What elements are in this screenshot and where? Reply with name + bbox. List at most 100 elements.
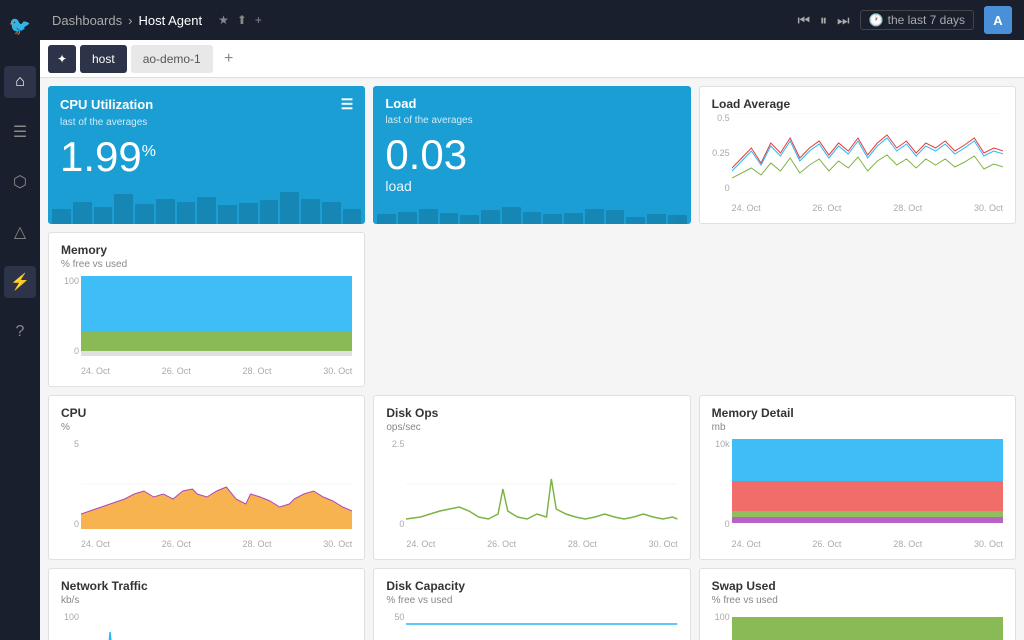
network-traffic-svg (81, 612, 352, 640)
disk-ops-title: Disk Ops (386, 406, 677, 420)
sidebar-item-list[interactable]: ☰ (4, 116, 36, 148)
cpu-utilization-card: CPU Utilization ☰ last of the averages 1… (48, 86, 365, 224)
disk-capacity-title: Disk Capacity (386, 579, 677, 593)
memory-card: Memory % free vs used 100 0 (48, 232, 365, 387)
memory-detail-card: Memory Detail mb 10k 0 (699, 395, 1016, 560)
load-average-yaxis: 0.5 0.25 0 (712, 113, 732, 193)
memory-yaxis: 100 0 (61, 276, 81, 356)
time-range-label: the last 7 days (888, 13, 965, 27)
swap-used-chart: 100 0 24. Oct 26. Oct 28. Oct (712, 612, 1003, 640)
pause-icon[interactable]: ⏸ (820, 12, 827, 29)
tabbar: ✦ host ao-demo-1 + (40, 40, 1024, 78)
memory-title: Memory (61, 243, 352, 257)
swap-used-title: Swap Used (712, 579, 1003, 593)
add-dashboard-icon[interactable]: + (255, 13, 262, 27)
disk-capacity-svg-container (406, 612, 677, 640)
dashboard-pin-icon: ✦ (48, 45, 76, 73)
disk-capacity-card: Disk Capacity % free vs used 50 0 (373, 568, 690, 640)
memory-detail-subtitle: mb (712, 422, 1003, 433)
cpu-xaxis: 24. Oct 26. Oct 28. Oct 30. Oct (81, 539, 352, 549)
dashboard-grid: CPU Utilization ☰ last of the averages 1… (40, 78, 1024, 640)
breadcrumb-sep: › (128, 13, 132, 28)
swap-used-svg (732, 612, 1003, 640)
load-average-title: Load Average (712, 97, 1003, 111)
share-icon[interactable]: ⬆ (237, 13, 247, 27)
network-traffic-title: Network Traffic (61, 579, 352, 593)
disk-ops-xaxis: 24. Oct 26. Oct 28. Oct 30. Oct (406, 539, 677, 549)
memory-xaxis: 24. Oct 26. Oct 28. Oct 30. Oct (81, 366, 352, 376)
load-average-svg-container (732, 113, 1003, 193)
breadcrumb-parent[interactable]: Dashboards (52, 13, 122, 28)
topnav-actions: ⏮ ⏸ ⏭ 🕐 the last 7 days A (797, 6, 1012, 34)
breadcrumb: Dashboards › Host Agent (52, 13, 202, 28)
memory-detail-svg-container (732, 439, 1003, 529)
sidebar-item-pulse[interactable]: ⚡ (4, 266, 36, 298)
swap-used-card: Swap Used % free vs used 100 0 (699, 568, 1016, 640)
disk-ops-subtitle: ops/sec (386, 422, 677, 433)
load-card: Load last of the averages 0.03 load (373, 86, 690, 224)
cpu-utilization-subtitle: last of the averages (60, 117, 353, 128)
disk-ops-chart: 2.5 0 24. Oct 26. Oct (386, 439, 677, 549)
time-range-selector[interactable]: 🕐 the last 7 days (860, 10, 974, 30)
network-traffic-yaxis: 100 0 (61, 612, 81, 640)
memory-detail-yaxis: 10k 0 (712, 439, 732, 529)
network-traffic-card: Network Traffic kb/s 100 0 (48, 568, 365, 640)
favorite-icon[interactable]: ★ (218, 13, 229, 27)
disk-capacity-subtitle: % free vs used (386, 595, 677, 606)
sidebar-item-alert[interactable]: △ (4, 216, 36, 248)
cpu-card: CPU % 5 0 (48, 395, 365, 560)
sidebar: 🐦 ⌂ ☰ ⬡ △ ⚡ ? (0, 0, 40, 640)
add-tab-button[interactable]: + (217, 47, 241, 71)
clock-icon: 🕐 (869, 13, 884, 27)
rewind-icon[interactable]: ⏮ (797, 12, 810, 29)
memory-svg (81, 276, 352, 356)
network-traffic-subtitle: kb/s (61, 595, 352, 606)
memory-detail-svg (732, 439, 1003, 529)
cpu-svg (81, 439, 352, 529)
disk-ops-svg-container (406, 439, 677, 529)
load-title: Load (385, 96, 678, 111)
disk-ops-svg (406, 439, 677, 529)
disk-capacity-yaxis: 50 0 (386, 612, 406, 640)
load-value: 0.03 (385, 134, 678, 176)
forward-icon[interactable]: ⏭ (837, 12, 850, 29)
load-bars (373, 174, 690, 224)
user-avatar[interactable]: A (984, 6, 1012, 34)
swap-used-yaxis: 100 0 (712, 612, 732, 640)
network-traffic-chart: 100 0 (61, 612, 352, 640)
memory-detail-title: Memory Detail (712, 406, 1003, 420)
sidebar-item-network[interactable]: ⬡ (4, 166, 36, 198)
card-menu-icon[interactable]: ☰ (341, 96, 354, 113)
disk-capacity-svg (406, 612, 677, 640)
memory-subtitle: % free vs used (61, 259, 352, 270)
cpu-chart: 5 0 (61, 439, 352, 549)
app-logo[interactable]: 🐦 (4, 10, 36, 42)
cpu-utilization-bars (48, 174, 365, 224)
dashboard-row-1: CPU Utilization ☰ last of the averages 1… (48, 86, 1016, 387)
cpu-yaxis: 5 0 (61, 439, 81, 529)
main-content: Dashboards › Host Agent ★ ⬆ + ⏮ ⏸ ⏭ 🕐 th… (40, 0, 1024, 640)
sidebar-item-home[interactable]: ⌂ (4, 66, 36, 98)
cpu-subtitle: % (61, 422, 352, 433)
load-average-card: Load Average 0.5 0.25 0 (699, 86, 1016, 224)
disk-ops-card: Disk Ops ops/sec 2.5 0 (373, 395, 690, 560)
load-average-chart: 0.5 0.25 0 (712, 113, 1003, 213)
cpu-utilization-title: CPU Utilization ☰ (60, 96, 353, 113)
swap-used-subtitle: % free vs used (712, 595, 1003, 606)
disk-ops-yaxis: 2.5 0 (386, 439, 406, 529)
topnav: Dashboards › Host Agent ★ ⬆ + ⏮ ⏸ ⏭ 🕐 th… (40, 0, 1024, 40)
swap-used-svg-container (732, 612, 1003, 640)
memory-chart: 100 0 (61, 276, 352, 376)
dashboard-row-3: Network Traffic kb/s 100 0 (48, 568, 1016, 640)
load-average-xaxis: 24. Oct 26. Oct 28. Oct 30. Oct (732, 203, 1003, 213)
memory-detail-xaxis: 24. Oct 26. Oct 28. Oct 30. Oct (732, 539, 1003, 549)
load-subtitle: last of the averages (385, 115, 678, 126)
dashboard-row-2: CPU % 5 0 (48, 395, 1016, 560)
cpu-svg-container (81, 439, 352, 529)
sidebar-item-help[interactable]: ? (4, 316, 36, 348)
load-average-svg (732, 113, 1003, 193)
tab-host[interactable]: host (80, 45, 127, 73)
memory-svg-container (81, 276, 352, 356)
tab-ao-demo[interactable]: ao-demo-1 (131, 45, 213, 73)
cpu-title: CPU (61, 406, 352, 420)
